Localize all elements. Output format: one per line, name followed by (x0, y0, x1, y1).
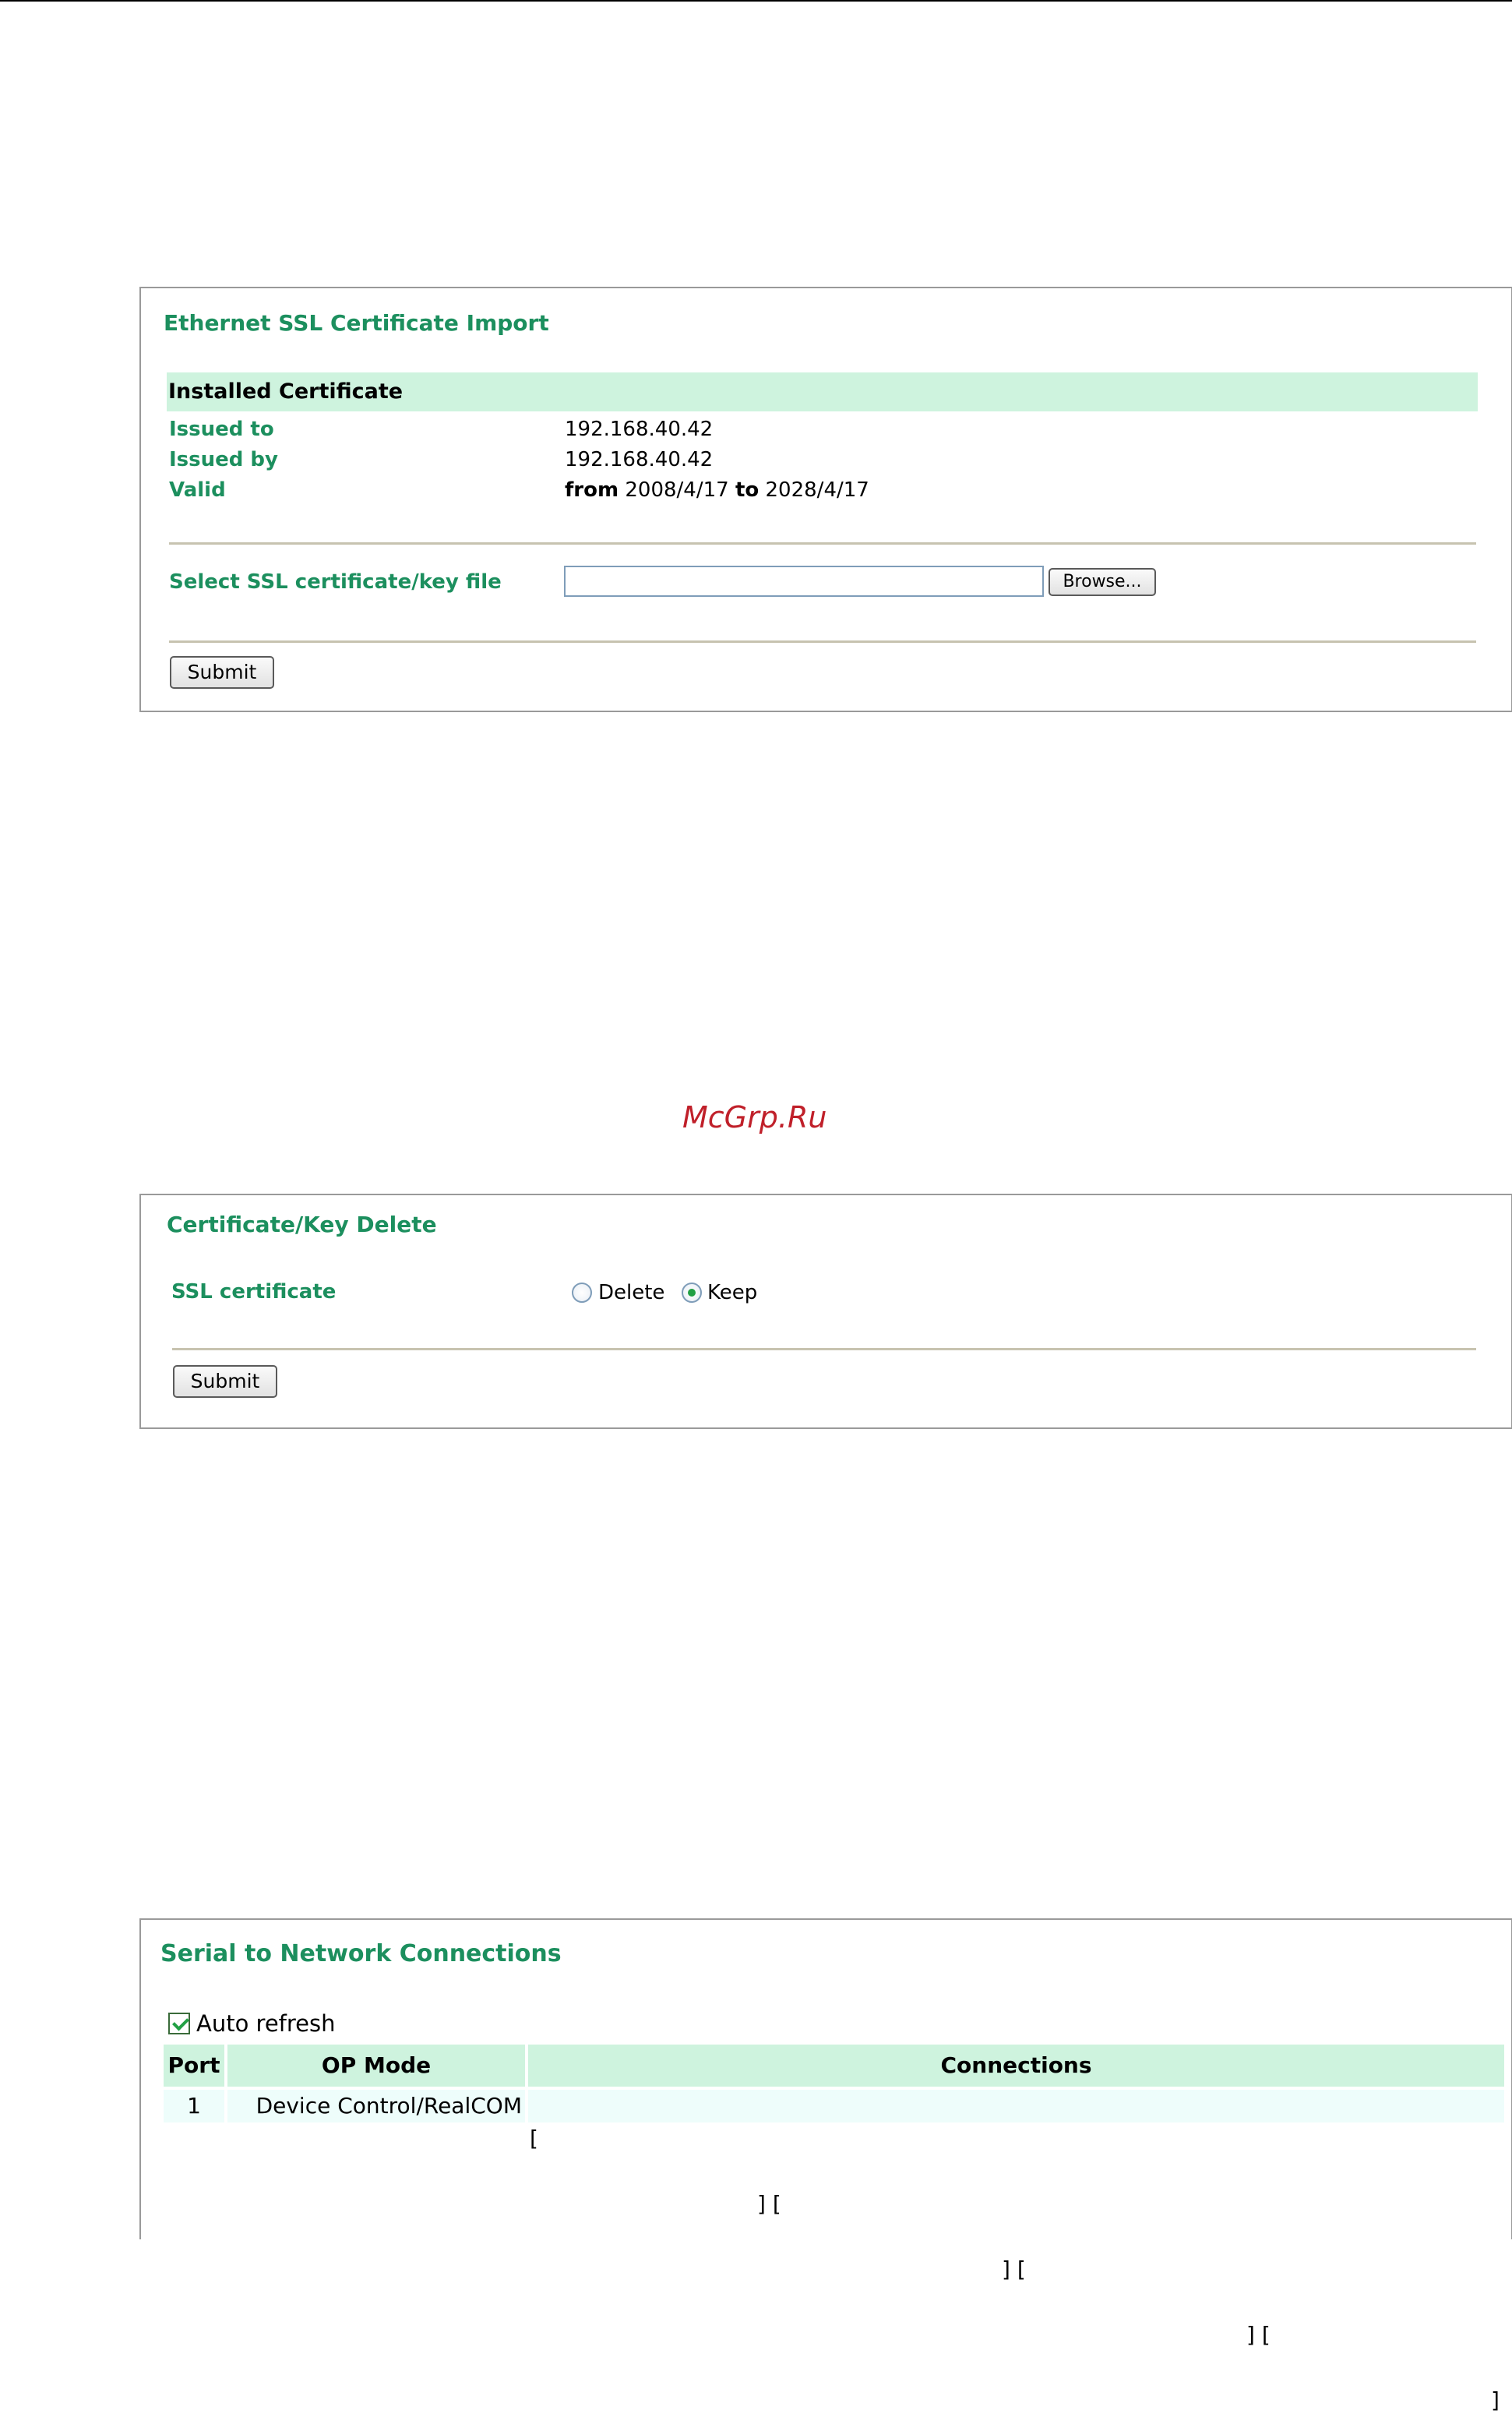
table-row-port: 1 (164, 2090, 224, 2122)
ssl-certificate-label: SSL certificate (171, 1280, 337, 1304)
ssl-import-title: Ethernet SSL Certificate Import (164, 310, 549, 336)
connection-slot-2-close: ] [ (1002, 2256, 1026, 2282)
cert-delete-title: Certificate/Key Delete (167, 1212, 437, 1237)
delete-radio[interactable] (572, 1283, 592, 1303)
watermark-text: McGrp.Ru (682, 1100, 827, 1134)
valid-to-date: 2028/4/17 (765, 478, 869, 502)
valid-from-date: 2008/4/17 (625, 478, 729, 502)
connection-slot-1-close: ] [ (757, 2191, 781, 2217)
cert-delete-submit-button[interactable]: Submit (173, 1365, 277, 1398)
valid-label: Valid (169, 478, 226, 502)
connection-slot-4-close: ] (1491, 2387, 1500, 2413)
page-top-rule (0, 0, 1512, 2)
serial-connections-title: Serial to Network Connections (160, 1940, 562, 1967)
ssl-import-submit-button[interactable]: Submit (170, 656, 274, 689)
ssl-import-separator-1 (169, 542, 1476, 545)
column-header-op-mode: OP Mode (227, 2045, 525, 2087)
browse-button[interactable]: Browse... (1049, 568, 1156, 596)
valid-to-word: to (735, 478, 760, 502)
cert-delete-separator (172, 1348, 1476, 1350)
auto-refresh-checkbox[interactable] (168, 2013, 190, 2034)
certificate-file-input[interactable] (564, 566, 1044, 597)
keep-radio[interactable] (682, 1283, 702, 1303)
column-header-port: Port (164, 2045, 224, 2087)
issued-to-value: 192.168.40.42 (565, 418, 714, 441)
auto-refresh-label[interactable]: Auto refresh (196, 2010, 336, 2037)
valid-from-word: from (565, 478, 619, 502)
table-row-op-mode: Device Control/RealCOM (227, 2090, 525, 2122)
delete-radio-label[interactable]: Delete (598, 1281, 664, 1304)
column-header-connections: Connections (528, 2045, 1504, 2087)
keep-radio-label[interactable]: Keep (707, 1281, 757, 1304)
table-row-connections: [ ] [ ] [ ] [ ] (528, 2090, 1504, 2413)
connection-slot-3-close: ] [ (1246, 2322, 1271, 2348)
ssl-import-separator-2 (169, 640, 1476, 643)
connection-slot-1-open: [ (530, 2126, 538, 2151)
select-file-label: Select SSL certificate/key file (169, 570, 502, 594)
valid-range: from 2008/4/17 to 2028/4/17 (565, 478, 869, 502)
issued-to-label: Issued to (169, 418, 274, 441)
issued-by-label: Issued by (169, 448, 278, 471)
installed-certificate-header: Installed Certificate (168, 379, 404, 404)
issued-by-value: 192.168.40.42 (565, 448, 714, 471)
